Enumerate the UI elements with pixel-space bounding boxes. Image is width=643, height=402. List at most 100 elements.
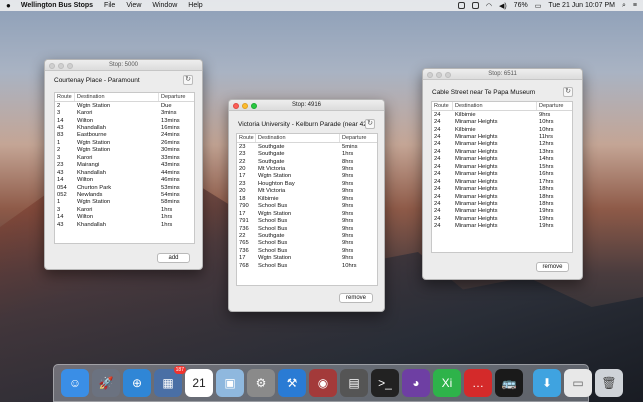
table-row[interactable]: 24 Miramar Heights 18hrs xyxy=(432,185,572,192)
launchpad-icon[interactable]: 🚀 xyxy=(92,369,120,397)
table-row[interactable]: 768 School Bus 10hrs xyxy=(237,262,377,269)
table-row[interactable]: 43 Khandallah 1hrs xyxy=(55,221,194,228)
table-row[interactable]: 43 Khandallah 44mins xyxy=(55,169,194,176)
zoom-button[interactable] xyxy=(67,62,73,69)
chat-icon[interactable]: … xyxy=(464,369,492,397)
refresh-button[interactable]: ↻ xyxy=(563,87,573,97)
add-button[interactable]: add xyxy=(157,253,190,263)
table-row[interactable]: 3 Karori 3mins xyxy=(55,109,194,116)
refresh-button[interactable]: ↻ xyxy=(183,75,193,85)
notification-center-icon[interactable]: ≡ xyxy=(633,2,637,9)
menu-view[interactable]: View xyxy=(126,2,141,9)
menu-file[interactable]: File xyxy=(104,2,115,9)
table-row[interactable]: 22 Southgate 9hrs xyxy=(237,232,377,239)
table-row[interactable]: 14 Wilton 1hrs xyxy=(55,214,194,221)
table-row[interactable]: 24 Kilbirnie 10hrs xyxy=(432,126,572,133)
column-header-destination[interactable]: Destination xyxy=(75,93,159,101)
table-row[interactable]: 23 Southgate 5mins xyxy=(237,143,377,150)
minimize-button[interactable] xyxy=(58,62,64,69)
table-row[interactable]: 3 Karori 1hrs xyxy=(55,206,194,213)
column-header-departure[interactable]: Departure xyxy=(340,134,377,142)
table-row[interactable]: 24 Miramar Heights 13hrs xyxy=(432,148,572,155)
table-row[interactable]: 17 Wgtn Station 9hrs xyxy=(237,255,377,262)
table-row[interactable]: 054 Churton Park 53mins xyxy=(55,184,194,191)
menu-window[interactable]: Window xyxy=(152,2,177,9)
title-bar[interactable]: Stop: 6511 xyxy=(423,69,582,80)
clock[interactable]: Tue 21 Jun 10:07 PM xyxy=(548,2,615,9)
table-row[interactable]: 24 Miramar Heights 19hrs xyxy=(432,215,572,222)
table-row[interactable]: 3 Karori 33mins xyxy=(55,154,194,161)
table-row[interactable]: 2 Wgtn Station Due xyxy=(55,102,194,109)
table-row[interactable]: 24 Miramar Heights 17hrs xyxy=(432,178,572,185)
close-button[interactable] xyxy=(233,102,239,109)
zoom-button[interactable] xyxy=(445,71,451,78)
table-row[interactable]: 790 School Bus 9hrs xyxy=(237,203,377,210)
table-row[interactable]: 14 Wilton 13mins xyxy=(55,117,194,124)
zoom-button[interactable] xyxy=(251,102,257,109)
table-row[interactable]: 24 Miramar Heights 14hrs xyxy=(432,156,572,163)
table-row[interactable]: 23 Houghton Bay 9hrs xyxy=(237,180,377,187)
title-bar[interactable]: Stop: 4916 xyxy=(229,100,384,111)
column-header-destination[interactable]: Destination xyxy=(256,134,340,142)
column-header-departure[interactable]: Departure xyxy=(159,93,194,101)
table-row[interactable]: 24 Miramar Heights 15hrs xyxy=(432,163,572,170)
wifi-icon[interactable]: ◠ xyxy=(486,2,492,10)
system-preferences-icon[interactable]: ⚙ xyxy=(247,369,275,397)
bus-app-icon[interactable]: 🚌 xyxy=(495,369,523,397)
finder-icon[interactable]: ☺ xyxy=(61,369,89,397)
column-header-route[interactable]: Route xyxy=(432,102,453,110)
github-icon[interactable]: ◕ xyxy=(402,369,430,397)
remove-button[interactable]: remove xyxy=(339,293,373,303)
volume-icon[interactable]: ◀) xyxy=(499,2,507,10)
image-capture-icon[interactable]: ▤ xyxy=(340,369,368,397)
battery-icon[interactable]: ▭ xyxy=(535,2,542,10)
safari-icon[interactable]: ⊕ xyxy=(123,369,151,397)
column-header-route[interactable]: Route xyxy=(55,93,75,101)
table-row[interactable]: 24 Miramar Heights 18hrs xyxy=(432,193,572,200)
xi-icon[interactable]: Xi xyxy=(433,369,461,397)
close-button[interactable] xyxy=(49,62,55,69)
table-row[interactable]: 17 Wgtn Station 9hrs xyxy=(237,173,377,180)
downloads-folder-icon[interactable]: ⬇ xyxy=(533,369,561,397)
column-header-departure[interactable]: Departure xyxy=(537,102,572,110)
close-button[interactable] xyxy=(427,71,433,78)
photo-app-icon[interactable]: ▦ 187 xyxy=(154,366,186,397)
title-bar[interactable]: Stop: 5000 xyxy=(45,60,202,71)
table-row[interactable]: 83 Eastbourne 24mins xyxy=(55,132,194,139)
trash-icon[interactable]: 🗑 xyxy=(595,369,623,397)
column-header-destination[interactable]: Destination xyxy=(453,102,537,110)
table-row[interactable]: 43 Khandallah 16mins xyxy=(55,124,194,131)
xcode-icon[interactable]: ⚒ xyxy=(278,369,306,397)
table-row[interactable]: 1 Wgtn Station 58mins xyxy=(55,199,194,206)
table-row[interactable]: 1 Wgtn Station 26mins xyxy=(55,139,194,146)
table-row[interactable]: 24 Miramar Heights 11hrs xyxy=(432,133,572,140)
table-row[interactable]: 18 Kilbirnie 9hrs xyxy=(237,195,377,202)
calendar-icon[interactable]: 21 xyxy=(185,369,213,397)
table-row[interactable]: 23 Mairangi 43mins xyxy=(55,162,194,169)
table-row[interactable]: 765 School Bus 9hrs xyxy=(237,240,377,247)
table-row[interactable]: 2 Wgtn Station 30mins xyxy=(55,147,194,154)
search-icon[interactable]: ⌕ xyxy=(622,2,626,10)
table-row[interactable]: 24 Miramar Heights 10hrs xyxy=(432,118,572,125)
table-row[interactable]: 736 School Bus 9hrs xyxy=(237,247,377,254)
battery-label[interactable]: 76% xyxy=(514,2,528,9)
column-header-route[interactable]: Route xyxy=(237,134,256,142)
table-row[interactable]: 20 Mt Victoria 9hrs xyxy=(237,165,377,172)
apple-menu-icon[interactable]: ● xyxy=(6,1,11,10)
table-row[interactable]: 24 Miramar Heights 19hrs xyxy=(432,208,572,215)
menu-help[interactable]: Help xyxy=(188,2,202,9)
table-row[interactable]: 23 Southgate 1hrs xyxy=(237,150,377,157)
minimize-button[interactable] xyxy=(436,71,442,78)
app-menu[interactable]: Wellington Bus Stops xyxy=(21,2,93,9)
preview-icon[interactable]: ▣ xyxy=(216,369,244,397)
table-row[interactable]: 24 Miramar Heights 16hrs xyxy=(432,171,572,178)
table-row[interactable]: 22 Southgate 8hrs xyxy=(237,158,377,165)
document-icon[interactable]: ▭ xyxy=(564,369,592,397)
table-row[interactable]: 24 Miramar Heights 19hrs xyxy=(432,223,572,230)
remove-button[interactable]: remove xyxy=(536,262,569,272)
table-row[interactable]: 052 Newlands 54mins xyxy=(55,191,194,198)
table-row[interactable]: 24 Miramar Heights 18hrs xyxy=(432,200,572,207)
minimize-button[interactable] xyxy=(242,102,248,109)
photo-booth-icon[interactable]: ◉ xyxy=(309,369,337,397)
refresh-button[interactable]: ↻ xyxy=(365,119,375,129)
